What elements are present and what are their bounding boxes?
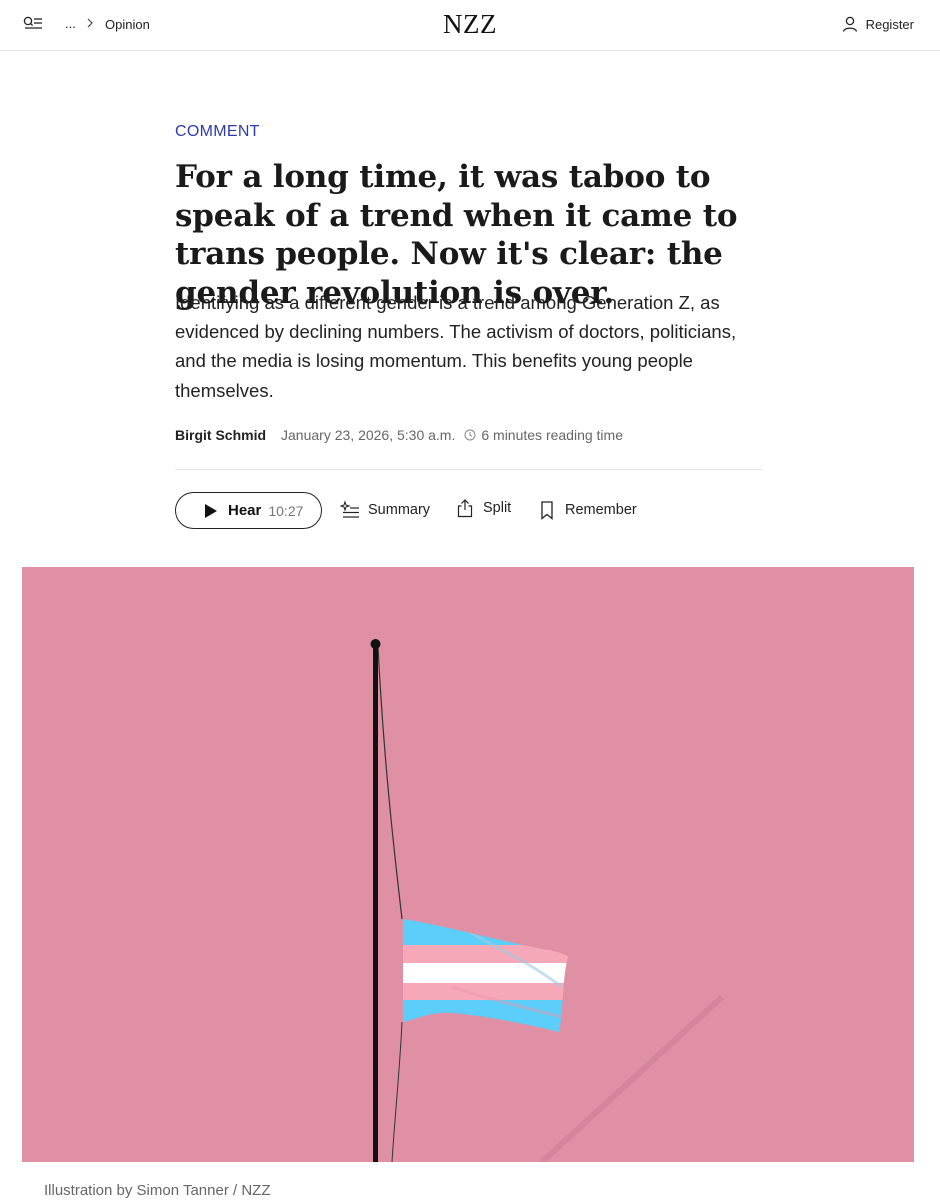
summary-button[interactable]: Summary: [340, 500, 430, 520]
bookmark-icon: [541, 501, 553, 520]
reading-time: 6 minutes reading time: [481, 427, 623, 443]
play-icon: [205, 503, 217, 518]
summary-sparkle-icon: [340, 500, 359, 518]
flag-half-mast-illustration: [22, 567, 914, 1162]
article-kicker: COMMENT: [175, 123, 260, 140]
share-button[interactable]: Split: [455, 498, 511, 518]
article-lead: Identifying as a different gender is a t…: [175, 292, 737, 401]
remember-label: Remember: [565, 502, 637, 518]
user-icon: [842, 16, 857, 32]
remember-button[interactable]: Remember: [537, 500, 637, 520]
article-meta: Birgit Schmid January 23, 2026, 5:30 a.m…: [175, 427, 765, 443]
image-caption: Illustration by Simon Tanner / NZZ: [44, 1182, 271, 1199]
register-button[interactable]: Register: [841, 15, 914, 33]
register-label: Register: [865, 16, 914, 32]
summary-label: Summary: [368, 502, 431, 518]
share-icon: [457, 499, 473, 518]
hear-audio-button[interactable]: Hear 10:27: [175, 492, 322, 529]
clock-icon: [464, 429, 476, 441]
divider: [175, 469, 762, 470]
publish-date: January 23, 2026, 5:30 a.m.: [281, 427, 456, 443]
top-navigation-bar: ... Opinion NZZ Register: [0, 0, 940, 51]
author-link[interactable]: Birgit Schmid: [175, 427, 266, 443]
split-label: Split: [483, 500, 512, 516]
nzz-logo[interactable]: NZZ: [0, 9, 940, 40]
hero-illustration: [22, 567, 914, 1162]
hear-label: Hear: [228, 502, 262, 519]
hear-duration: 10:27: [268, 502, 304, 519]
